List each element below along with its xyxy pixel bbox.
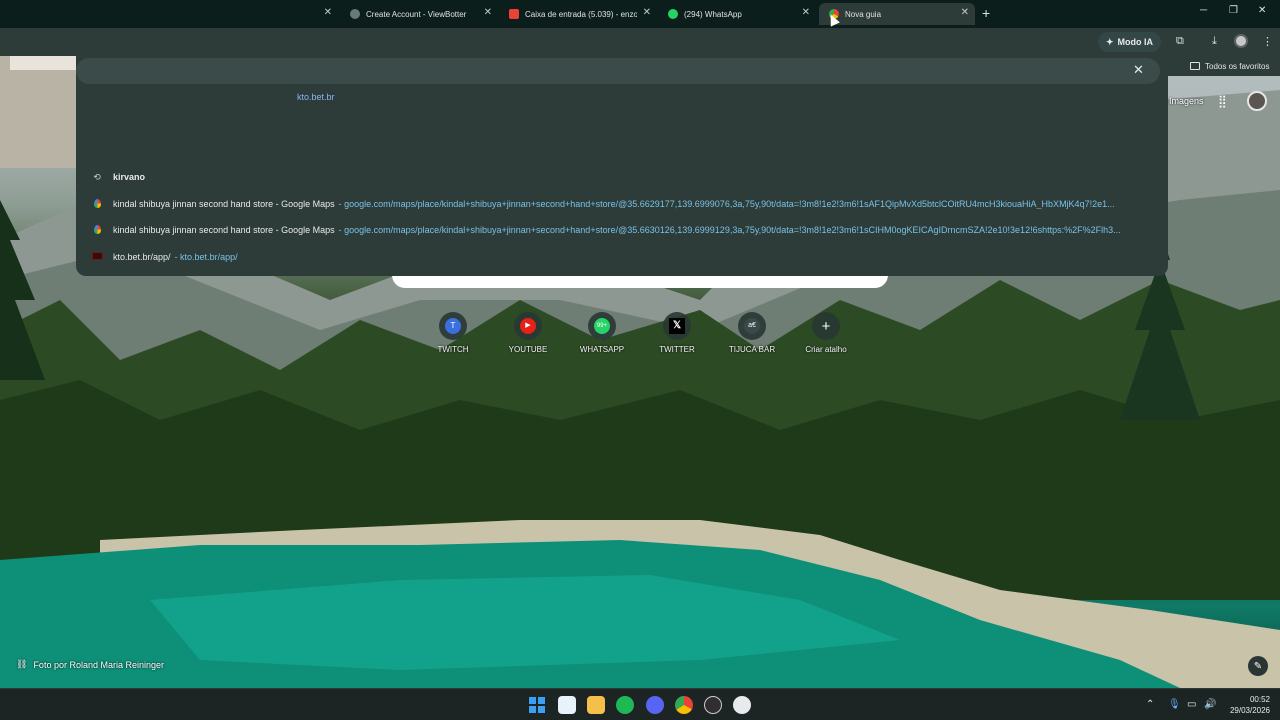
- extensions-icon[interactable]: ⧉: [1176, 35, 1184, 48]
- tijuca-icon: a€: [744, 318, 760, 334]
- tab-title: Create Account - ViewBotter: [366, 9, 467, 19]
- folder-icon: [1190, 62, 1200, 70]
- shortcut-whatsapp[interactable]: 99+ WHATSAPP: [567, 312, 637, 354]
- discord-icon[interactable]: [646, 696, 664, 714]
- history-icon: ⟲: [93, 171, 101, 182]
- gmail-favicon-icon: [509, 9, 519, 19]
- file-explorer-icon[interactable]: [587, 696, 605, 714]
- twitch-letter-icon: T: [445, 318, 461, 334]
- plus-icon: +: [821, 317, 831, 335]
- close-window-icon[interactable]: ✕: [1258, 5, 1266, 16]
- globe-favicon-icon: [350, 9, 360, 19]
- close-tab-icon[interactable]: ✕: [324, 7, 332, 18]
- suggestion-url: - google.com/maps/place/kindal+shibuya+j…: [338, 199, 1115, 209]
- tab-4-active[interactable]: Nova guia ✕: [819, 3, 975, 25]
- tab-2[interactable]: Caixa de entrada (5.039) - enzo ✕: [499, 3, 657, 25]
- close-tab-icon[interactable]: ✕: [643, 7, 651, 18]
- typed-query: kto.bet.br: [297, 92, 335, 102]
- windows-taskbar: ⌃ 🎙 ▭ 🔊 00:52 29/03/2026: [0, 688, 1280, 720]
- toolbar: ✦ Modo IA ⧉ ⤓ ⋮: [0, 28, 1280, 56]
- x-icon: 𝕏: [669, 318, 685, 334]
- system-clock[interactable]: 00:52 29/03/2026: [1220, 694, 1270, 716]
- minimize-icon[interactable]: ─: [1200, 5, 1207, 16]
- photo-credit-text: Foto por Roland Maria Reininger: [33, 659, 165, 670]
- suggestion-row[interactable]: ⟲ kirvano: [76, 165, 1168, 189]
- chrome-icon[interactable]: [675, 696, 693, 714]
- omnibox-typed-text: kto.bet.br: [297, 92, 335, 102]
- download-icon[interactable]: ⤓: [1212, 35, 1217, 48]
- tab-3[interactable]: (294) WhatsApp ✕: [658, 3, 816, 25]
- youtube-icon: ▶: [520, 318, 536, 334]
- clock-date: 29/03/2026: [1229, 706, 1270, 715]
- chatgpt-icon[interactable]: [733, 696, 751, 714]
- suggestion-url: - google.com/maps/place/kindal+shibuya+j…: [338, 225, 1121, 235]
- suggestion-text: kindal shibuya jinnan second hand store …: [113, 199, 335, 209]
- whatsapp-badge-icon: 99+: [594, 318, 610, 334]
- restore-icon[interactable]: ❐: [1229, 5, 1238, 16]
- tab-1[interactable]: Create Account - ViewBotter ✕: [340, 3, 498, 25]
- kto-favicon-icon: [90, 252, 104, 262]
- shortcut-twitter[interactable]: 𝕏 TWITTER: [642, 312, 712, 354]
- tab-0[interactable]: ✕: [298, 3, 338, 25]
- sparkle-search-icon: ✦: [1106, 36, 1114, 47]
- suggestion-row[interactable]: kindal shibuya jinnan second hand store …: [76, 192, 1168, 216]
- shortcut-label: WHATSAPP: [579, 345, 625, 354]
- shortcut-label: TIJUCA BAR: [728, 345, 776, 354]
- images-link[interactable]: Imagens: [1169, 96, 1204, 106]
- shortcut-tijuca-bar[interactable]: a€ TIJUCA BAR: [717, 312, 787, 354]
- tab-title: Nova guia: [845, 9, 882, 19]
- suggestion-text: kto.bet.br/app/: [113, 252, 171, 262]
- google-account-avatar[interactable]: [1247, 91, 1267, 111]
- shortcut-youtube[interactable]: ▶ YOUTUBE: [493, 312, 563, 354]
- tab-title: Caixa de entrada (5.039) - enzo: [525, 9, 637, 19]
- shortcut-label: TWITCH: [437, 345, 469, 354]
- suggestion-text: kindal shibuya jinnan second hand store …: [113, 225, 335, 235]
- suggestion-url: - kto.bet.br/app/: [174, 252, 238, 262]
- link-icon: ⛓: [16, 659, 28, 669]
- close-tab-icon[interactable]: ✕: [961, 7, 969, 18]
- clock-time: 00:52: [1249, 695, 1270, 704]
- show-hidden-icons-chevron-icon[interactable]: ⌃: [1146, 699, 1154, 710]
- new-tab-plus-icon[interactable]: +: [982, 5, 990, 21]
- whatsapp-favicon-icon: [668, 9, 678, 19]
- all-bookmarks-button[interactable]: Todos os favoritos: [1168, 56, 1280, 76]
- maps-pin-icon: [90, 224, 104, 236]
- tab-strip: ✕ Create Account - ViewBotter ✕ Caixa de…: [0, 0, 1280, 28]
- clear-input-icon[interactable]: ✕: [1133, 62, 1144, 78]
- windows-start-icon[interactable]: [528, 696, 546, 714]
- suggestion-row[interactable]: kindal shibuya jinnan second hand store …: [76, 218, 1168, 242]
- close-tab-icon[interactable]: ✕: [484, 7, 492, 18]
- tab-title: (294) WhatsApp: [684, 9, 742, 19]
- widgets-icon[interactable]: [558, 696, 576, 714]
- omnibox-input[interactable]: [76, 58, 1160, 84]
- google-apps-grid-icon[interactable]: ⣿: [1218, 94, 1227, 108]
- suggestion-row[interactable]: kto.bet.br/app/ - kto.bet.br/app/: [76, 245, 1168, 269]
- shortcut-twitch[interactable]: T TWITCH: [418, 312, 488, 354]
- customize-pencil-icon[interactable]: ✎: [1248, 656, 1268, 676]
- network-icon[interactable]: ▭: [1187, 699, 1196, 710]
- shortcut-label: Criar atalho: [805, 345, 847, 354]
- microphone-icon[interactable]: 🎙: [1168, 699, 1181, 710]
- modo-ia-button[interactable]: ✦ Modo IA: [1098, 32, 1162, 52]
- bookmarks-label: Todos os favoritos: [1205, 61, 1270, 71]
- volume-icon[interactable]: 🔊: [1204, 699, 1216, 710]
- kebab-menu-icon[interactable]: ⋮: [1262, 35, 1273, 48]
- close-tab-icon[interactable]: ✕: [802, 7, 810, 18]
- modo-ia-label: Modo IA: [1117, 37, 1154, 47]
- spotify-icon[interactable]: [616, 696, 634, 714]
- omnibox-dropdown: ✕ kto.bet.br ⟲ kirvano kindal shibuya ji…: [76, 56, 1168, 276]
- obs-icon[interactable]: [704, 696, 722, 714]
- shortcut-add[interactable]: + Criar atalho: [791, 312, 861, 354]
- photo-credit-link[interactable]: ⛓ Foto por Roland Maria Reininger: [16, 659, 164, 670]
- shortcut-label: YOUTUBE: [508, 345, 548, 354]
- maps-pin-icon: [90, 198, 104, 210]
- profile-avatar[interactable]: [1234, 34, 1248, 48]
- shortcut-label: TWITTER: [659, 345, 695, 354]
- suggestion-text: kirvano: [113, 172, 146, 182]
